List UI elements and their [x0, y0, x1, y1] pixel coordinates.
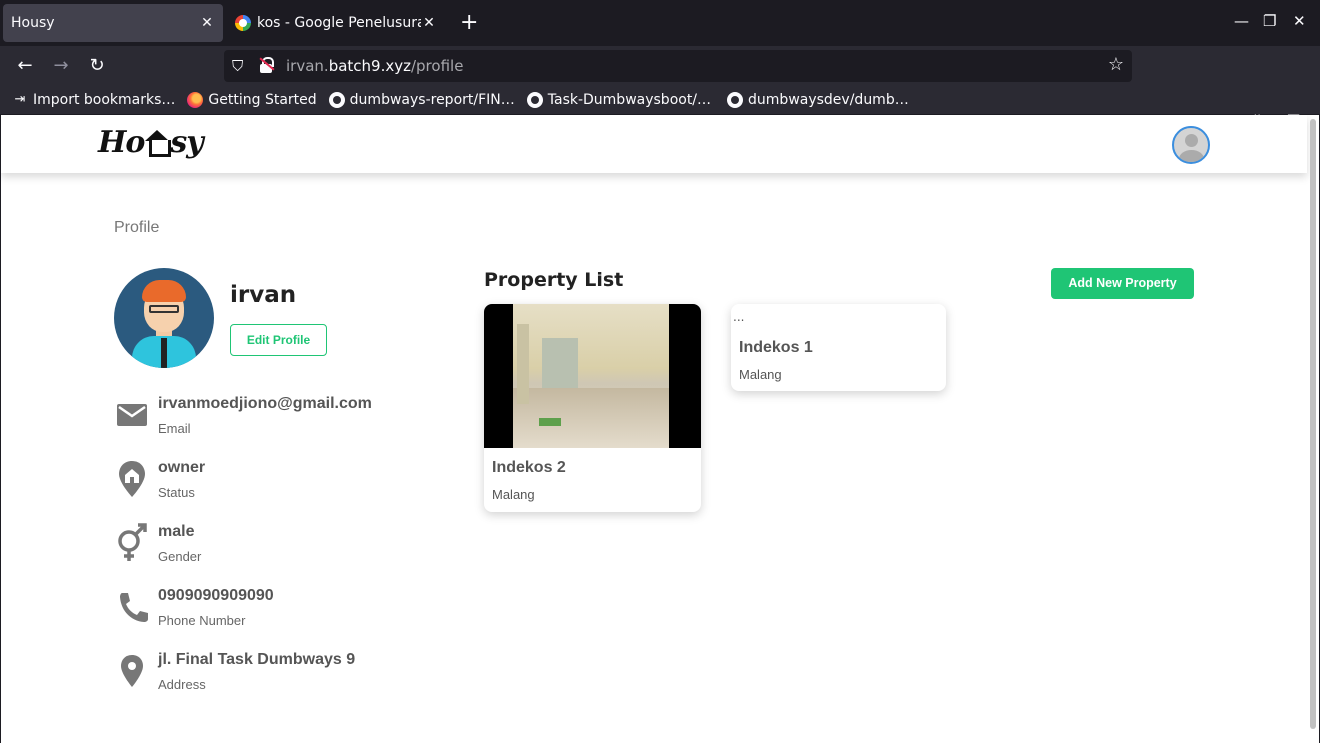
bookmark-getting-started[interactable]: Getting Started: [187, 92, 317, 108]
tab-housy[interactable]: Housy ✕: [3, 4, 223, 42]
edit-profile-button[interactable]: Edit Profile: [230, 324, 327, 356]
property-card-indekos-2[interactable]: Indekos 2 Malang: [484, 304, 701, 512]
property-list-title: Property List: [484, 269, 624, 291]
property-photo: [484, 304, 701, 448]
property-city: Malang: [739, 367, 782, 382]
window-close-icon[interactable]: ✕: [1293, 12, 1306, 30]
profile-avatar: [114, 268, 214, 368]
forward-icon[interactable]: →: [49, 54, 73, 78]
shield-icon[interactable]: ⛉: [232, 57, 243, 75]
firefox-icon: [187, 92, 204, 108]
tab-title: Housy: [11, 15, 55, 31]
status-label: Status: [158, 485, 195, 500]
bookmark-github-1[interactable]: dumbways-report/FIN…: [328, 92, 515, 108]
phone-label: Phone Number: [158, 613, 246, 628]
page-scrollbar[interactable]: [1310, 119, 1316, 729]
tab-strip: Housy ✕ kos - Google Penelusuran ✕ + — ❐…: [0, 0, 1320, 46]
gender-label: Gender: [158, 549, 202, 564]
gender-icon: [118, 523, 147, 561]
bookmark-github-3[interactable]: dumbwaysdev/dumb…: [727, 92, 909, 108]
email-value: irvanmoedjiono@gmail.com: [158, 395, 372, 412]
property-name: Indekos 1: [739, 339, 813, 356]
bookmark-github-2[interactable]: Task-Dumbwaysboot/…: [526, 92, 711, 108]
restore-icon[interactable]: ❐: [1263, 12, 1276, 30]
status-value: owner: [158, 459, 206, 476]
email-label: Email: [158, 421, 191, 436]
location-icon: [121, 655, 143, 687]
info-email: irvanmoedjiono@gmail.com Email: [114, 395, 434, 445]
phone-icon: [120, 593, 148, 622]
page-viewport: Ho sy Profile irvan Edit Profile irvanmoe…: [1, 115, 1319, 743]
user-avatar-button[interactable]: [1172, 126, 1210, 164]
minimize-icon[interactable]: —: [1234, 12, 1249, 30]
profile-username: irvan: [230, 282, 297, 308]
address-bar[interactable]: ⛉ irvan.batch9.xyz/profile ☆: [224, 50, 1132, 82]
bookmarks-bar: ⇥ Import bookmarks… Getting Started dumbw…: [0, 86, 1320, 114]
close-icon[interactable]: ✕: [421, 15, 437, 31]
back-icon[interactable]: ←: [13, 54, 37, 78]
url-text[interactable]: irvan.batch9.xyz/profile: [286, 57, 463, 75]
github-icon: [328, 92, 345, 108]
info-status: owner Status: [114, 459, 434, 509]
mail-icon: [117, 404, 147, 426]
broken-image: ...: [733, 310, 745, 324]
github-icon: [727, 92, 744, 108]
property-city: Malang: [492, 487, 535, 502]
google-icon: [235, 15, 251, 31]
site-header: Ho sy: [1, 115, 1307, 173]
import-icon: ⇥: [14, 92, 26, 107]
reload-icon[interactable]: ↻: [85, 54, 109, 78]
house-icon: [144, 130, 172, 157]
close-icon[interactable]: ✕: [199, 15, 215, 31]
property-card-indekos-1[interactable]: ... Indekos 1 Malang: [731, 304, 946, 391]
bookmark-star-icon[interactable]: ☆: [1108, 54, 1124, 75]
bookmark-import[interactable]: ⇥ Import bookmarks…: [12, 92, 176, 108]
address-value: jl. Final Task Dumbways 9: [158, 651, 356, 668]
add-new-property-button[interactable]: Add New Property: [1051, 268, 1194, 299]
info-gender: male Gender: [114, 523, 434, 573]
tab-title: kos - Google Penelusuran: [257, 15, 421, 31]
page-title: Profile: [114, 219, 160, 236]
info-address: jl. Final Task Dumbways 9 Address: [114, 651, 434, 701]
github-icon: [526, 92, 543, 108]
new-tab-button[interactable]: +: [460, 10, 478, 36]
tab-google-search[interactable]: kos - Google Penelusuran ✕: [227, 4, 445, 42]
housy-logo[interactable]: Ho sy: [98, 125, 204, 160]
phone-value: 0909090909090: [158, 587, 274, 604]
address-label: Address: [158, 677, 206, 692]
property-name: Indekos 2: [492, 459, 566, 476]
home-pin-icon: [119, 461, 145, 497]
gender-value: male: [158, 523, 195, 540]
info-phone: 0909090909090 Phone Number: [114, 587, 434, 637]
